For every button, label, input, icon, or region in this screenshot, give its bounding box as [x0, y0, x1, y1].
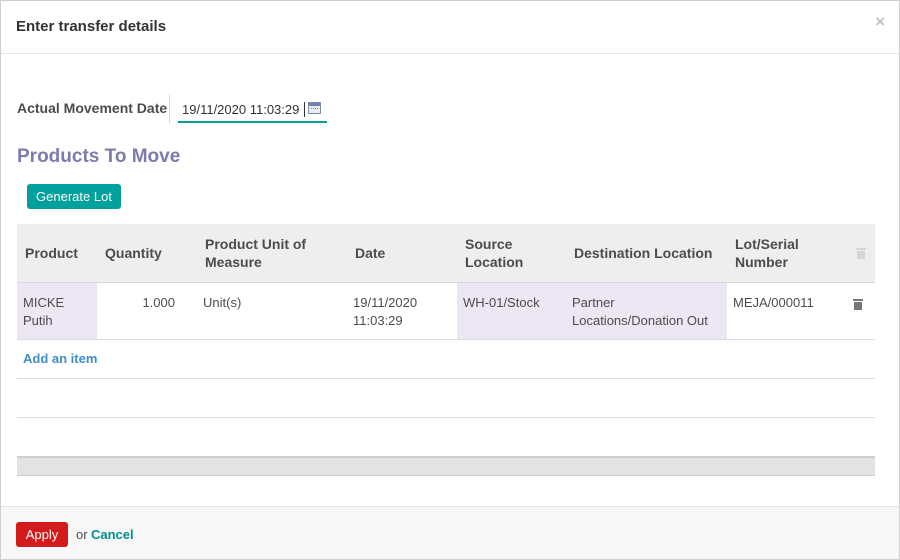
movement-date-input[interactable]: 19/11/2020 11:03:29 — [178, 101, 327, 123]
trash-header-icon — [856, 248, 866, 259]
table-header: Product Quantity Product Unit of Measure… — [17, 224, 875, 283]
or-text: or — [76, 527, 88, 542]
empty-row-divider — [17, 378, 875, 379]
cell-lot-serial[interactable]: MEJA/000011 — [727, 283, 847, 339]
dialog-title: Enter transfer details — [16, 18, 167, 35]
cell-product[interactable]: MICKE Putih — [17, 283, 97, 339]
date-field-label: Actual Movement Date — [17, 100, 168, 116]
cell-source-location[interactable]: WH-01/Stock — [457, 283, 566, 339]
table-footer — [17, 456, 875, 476]
dialog-footer: Apply or Cancel — [1, 506, 899, 559]
close-icon[interactable]: × — [875, 13, 885, 30]
calendar-icon[interactable] — [308, 102, 321, 114]
col-date[interactable]: Date — [347, 224, 457, 282]
label-divider — [169, 95, 170, 123]
text-cursor — [304, 102, 305, 117]
cell-quantity[interactable]: 1.000 — [97, 283, 197, 339]
empty-row-divider — [17, 417, 875, 418]
dialog-header: Enter transfer details × — [1, 1, 899, 54]
generate-lot-button[interactable]: Generate Lot — [27, 184, 121, 209]
transfer-dialog: Enter transfer details × Actual Movement… — [0, 0, 900, 560]
add-item-link[interactable]: Add an item — [23, 351, 97, 366]
col-uom[interactable]: Product Unit of Measure — [197, 224, 347, 282]
col-product[interactable]: Product — [17, 224, 97, 282]
col-lot-serial[interactable]: Lot/Serial Number — [727, 224, 847, 282]
movement-date-value[interactable]: 19/11/2020 11:03:29 — [182, 102, 299, 117]
cancel-link[interactable]: Cancel — [91, 527, 134, 542]
section-title: Products To Move — [17, 146, 181, 167]
col-destination-location[interactable]: Destination Location — [566, 224, 727, 282]
apply-button[interactable]: Apply — [16, 522, 68, 547]
table-row[interactable]: MICKE Putih 1.000 Unit(s) 19/11/2020 11:… — [17, 283, 875, 340]
cell-uom[interactable]: Unit(s) — [197, 283, 347, 339]
cell-date[interactable]: 19/11/2020 11:03:29 — [347, 283, 457, 339]
cell-destination-location[interactable]: Partner Locations/Donation Out — [566, 283, 727, 339]
col-source-location[interactable]: Source Location — [457, 224, 566, 282]
trash-icon[interactable] — [853, 299, 863, 310]
col-quantity[interactable]: Quantity — [97, 224, 197, 282]
